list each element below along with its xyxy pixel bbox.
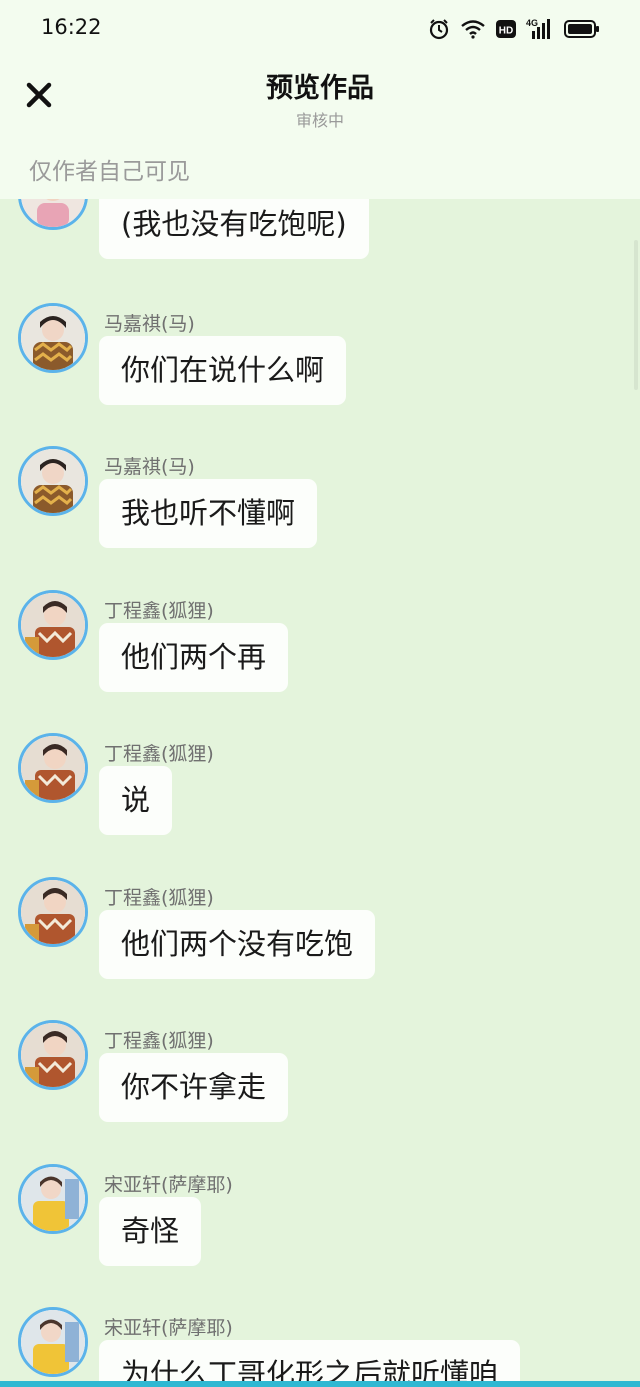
- sender-name: 马嘉祺(马): [104, 313, 195, 335]
- svg-text:4G: 4G: [526, 18, 538, 28]
- sender-name: 宋亚轩(萨摩耶): [104, 1317, 233, 1339]
- avatar[interactable]: [18, 1164, 88, 1234]
- message-bubble[interactable]: 你们在说什么啊: [99, 336, 347, 405]
- avatar-image: [21, 1310, 85, 1374]
- avatar[interactable]: [18, 1020, 88, 1090]
- sender-name: 丁程鑫(狐狸): [104, 743, 214, 765]
- nav-bar: 预览作品 审核中: [0, 56, 640, 140]
- message-bubble[interactable]: 你不许拿走: [99, 1053, 289, 1122]
- hd-icon: HD: [496, 19, 516, 39]
- avatar[interactable]: [18, 446, 88, 516]
- page-title: 预览作品: [266, 73, 374, 104]
- sender-name: 丁程鑫(狐狸): [104, 600, 214, 622]
- battery-icon: [564, 19, 600, 39]
- status-icons: HD 4G: [428, 16, 600, 42]
- message-bubble[interactable]: 他们两个再: [99, 623, 289, 692]
- bottom-accent-bar: [0, 1381, 640, 1387]
- message-bubble[interactable]: 说: [99, 766, 173, 835]
- visibility-note: 仅作者自己可见: [29, 159, 190, 185]
- review-status: 审核中: [295, 111, 344, 130]
- alarm-icon: [428, 18, 450, 40]
- status-bar: 16:22 HD 4G: [0, 0, 640, 56]
- avatar-image: [21, 880, 85, 944]
- sender-name: 宋亚轩(萨摩耶): [104, 1174, 233, 1196]
- scrollbar[interactable]: [634, 240, 638, 390]
- sender-name: 丁程鑫(狐狸): [104, 1030, 214, 1052]
- wifi-icon: [460, 19, 486, 39]
- status-time: 16:22: [41, 15, 102, 39]
- signal-4g-icon: 4G: [526, 18, 554, 40]
- avatar-image: [21, 1023, 85, 1087]
- message-bubble[interactable]: 我也听不懂啊: [99, 479, 318, 548]
- avatar-image: [21, 736, 85, 800]
- avatar-image: [21, 593, 85, 657]
- sender-name: 马嘉祺(马): [104, 456, 195, 478]
- message-bubble[interactable]: 他们两个没有吃饱: [99, 910, 376, 979]
- avatar[interactable]: [18, 590, 88, 660]
- avatar[interactable]: [18, 1307, 88, 1377]
- avatar-image: [21, 306, 85, 370]
- chat-feed[interactable]: (我也没有吃饱呢) 马嘉祺(马) 你们在说什么啊 马嘉祺(马) 我也听不懂啊 丁…: [0, 0, 640, 1387]
- message-bubble[interactable]: (我也没有吃饱呢): [99, 190, 369, 259]
- avatar[interactable]: [18, 877, 88, 947]
- message-bubble[interactable]: 为什么丁哥化形之后就听懂咱: [99, 1340, 521, 1387]
- avatar-image: [21, 449, 85, 513]
- avatar-image: [21, 1167, 85, 1231]
- message-bubble[interactable]: 奇怪: [99, 1197, 202, 1266]
- avatar[interactable]: [18, 733, 88, 803]
- header: 16:22 HD 4G 预览作品 审核中 仅作者自己可见: [0, 0, 640, 199]
- sender-name: 丁程鑫(狐狸): [104, 887, 214, 909]
- svg-text:HD: HD: [499, 26, 513, 37]
- avatar[interactable]: [18, 303, 88, 373]
